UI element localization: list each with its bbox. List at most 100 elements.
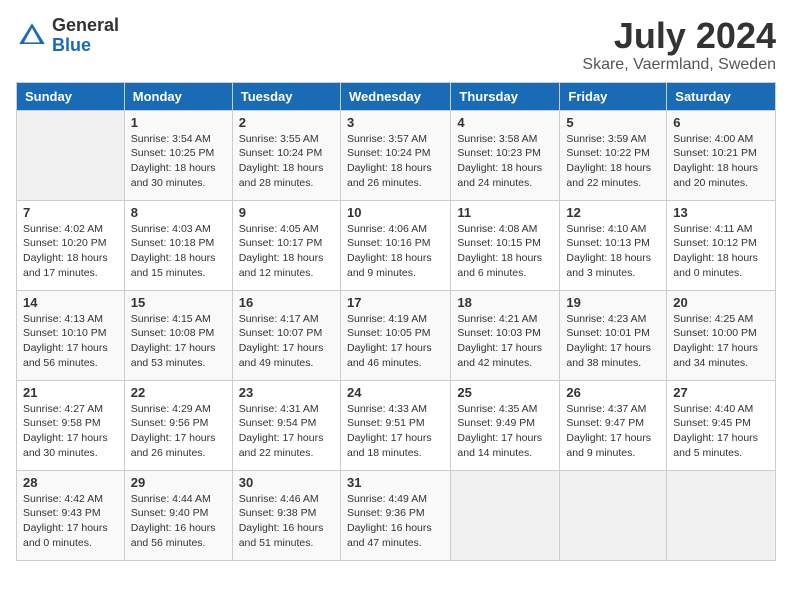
day-cell: 29 Sunrise: 4:44 AM Sunset: 9:40 PM Dayli…: [124, 470, 232, 560]
day-number: 18: [457, 295, 553, 310]
day-number: 28: [23, 475, 118, 490]
day-cell: 3Sunrise: 3:57 AM Sunset: 10:24 PM Dayli…: [340, 110, 450, 200]
day-number: 23: [239, 385, 334, 400]
day-cell: 19 Sunrise: 4:23 AM Sunset: 10:01 PM Dayl…: [560, 290, 667, 380]
logo-text: General Blue: [52, 16, 119, 56]
day-cell: 7 Sunrise: 4:02 AM Sunset: 10:20 PM Dayli…: [17, 200, 125, 290]
location-subtitle: Skare, Vaermland, Sweden: [582, 56, 776, 74]
column-header-wednesday: Wednesday: [340, 82, 450, 110]
day-info: Sunrise: 4:33 AM Sunset: 9:51 PM Dayligh…: [347, 402, 444, 461]
day-number: 10: [347, 205, 444, 220]
day-cell: 6 Sunrise: 4:00 AM Sunset: 10:21 PM Dayli…: [667, 110, 776, 200]
day-number: 5: [566, 115, 660, 130]
day-cell: 20 Sunrise: 4:25 AM Sunset: 10:00 PM Dayl…: [667, 290, 776, 380]
day-info: Sunrise: 4:23 AM Sunset: 10:01 PM Daylig…: [566, 312, 660, 371]
day-number: 13: [673, 205, 769, 220]
day-info: Sunrise: 4:44 AM Sunset: 9:40 PM Dayligh…: [131, 492, 226, 551]
day-number: 16: [239, 295, 334, 310]
day-cell: [17, 110, 125, 200]
day-cell: 14 Sunrise: 4:13 AM Sunset: 10:10 PM Dayl…: [17, 290, 125, 380]
logo-blue: Blue: [52, 36, 119, 56]
day-number: 7: [23, 205, 118, 220]
day-info: Sunrise: 4:08 AM Sunset: 10:15 PM Daylig…: [457, 222, 553, 281]
day-info: Sunrise: 3:58 AM Sunset: 10:23 PM Daylig…: [457, 132, 553, 191]
day-cell: [560, 470, 667, 560]
day-info: Sunrise: 4:15 AM Sunset: 10:08 PM Daylig…: [131, 312, 226, 371]
week-row-2: 7 Sunrise: 4:02 AM Sunset: 10:20 PM Dayli…: [17, 200, 776, 290]
day-number: 3: [347, 115, 444, 130]
column-header-sunday: Sunday: [17, 82, 125, 110]
day-number: 26: [566, 385, 660, 400]
day-info: Sunrise: 4:10 AM Sunset: 10:13 PM Daylig…: [566, 222, 660, 281]
day-info: Sunrise: 4:46 AM Sunset: 9:38 PM Dayligh…: [239, 492, 334, 551]
day-cell: 22 Sunrise: 4:29 AM Sunset: 9:56 PM Dayli…: [124, 380, 232, 470]
day-cell: 30 Sunrise: 4:46 AM Sunset: 9:38 PM Dayli…: [232, 470, 340, 560]
day-cell: 1Sunrise: 3:54 AM Sunset: 10:25 PM Dayli…: [124, 110, 232, 200]
day-number: 24: [347, 385, 444, 400]
day-info: Sunrise: 4:42 AM Sunset: 9:43 PM Dayligh…: [23, 492, 118, 551]
day-number: 21: [23, 385, 118, 400]
day-cell: 18 Sunrise: 4:21 AM Sunset: 10:03 PM Dayl…: [451, 290, 560, 380]
day-cell: 11 Sunrise: 4:08 AM Sunset: 10:15 PM Dayl…: [451, 200, 560, 290]
day-info: Sunrise: 4:37 AM Sunset: 9:47 PM Dayligh…: [566, 402, 660, 461]
day-number: 25: [457, 385, 553, 400]
day-info: Sunrise: 4:49 AM Sunset: 9:36 PM Dayligh…: [347, 492, 444, 551]
day-number: 12: [566, 205, 660, 220]
day-info: Sunrise: 4:02 AM Sunset: 10:20 PM Daylig…: [23, 222, 118, 281]
week-row-1: 1Sunrise: 3:54 AM Sunset: 10:25 PM Dayli…: [17, 110, 776, 200]
day-number: 31: [347, 475, 444, 490]
day-cell: [667, 470, 776, 560]
day-number: 20: [673, 295, 769, 310]
day-number: 29: [131, 475, 226, 490]
day-info: Sunrise: 4:19 AM Sunset: 10:05 PM Daylig…: [347, 312, 444, 371]
day-number: 6: [673, 115, 769, 130]
day-number: 30: [239, 475, 334, 490]
column-header-thursday: Thursday: [451, 82, 560, 110]
day-info: Sunrise: 4:13 AM Sunset: 10:10 PM Daylig…: [23, 312, 118, 371]
day-number: 11: [457, 205, 553, 220]
day-info: Sunrise: 4:29 AM Sunset: 9:56 PM Dayligh…: [131, 402, 226, 461]
calendar-table: SundayMondayTuesdayWednesdayThursdayFrid…: [16, 82, 776, 561]
day-info: Sunrise: 4:35 AM Sunset: 9:49 PM Dayligh…: [457, 402, 553, 461]
day-cell: 4 Sunrise: 3:58 AM Sunset: 10:23 PM Dayli…: [451, 110, 560, 200]
day-cell: 16 Sunrise: 4:17 AM Sunset: 10:07 PM Dayl…: [232, 290, 340, 380]
day-cell: 5 Sunrise: 3:59 AM Sunset: 10:22 PM Dayli…: [560, 110, 667, 200]
day-number: 19: [566, 295, 660, 310]
day-info: Sunrise: 3:59 AM Sunset: 10:22 PM Daylig…: [566, 132, 660, 191]
week-row-5: 28 Sunrise: 4:42 AM Sunset: 9:43 PM Dayli…: [17, 470, 776, 560]
day-cell: 2Sunrise: 3:55 AM Sunset: 10:24 PM Dayli…: [232, 110, 340, 200]
day-cell: 8Sunrise: 4:03 AM Sunset: 10:18 PM Dayli…: [124, 200, 232, 290]
day-number: 22: [131, 385, 226, 400]
day-number: 15: [131, 295, 226, 310]
day-cell: 24 Sunrise: 4:33 AM Sunset: 9:51 PM Dayli…: [340, 380, 450, 470]
day-number: 14: [23, 295, 118, 310]
column-header-saturday: Saturday: [667, 82, 776, 110]
column-header-monday: Monday: [124, 82, 232, 110]
day-info: Sunrise: 4:25 AM Sunset: 10:00 PM Daylig…: [673, 312, 769, 371]
page-header: General Blue July 2024 Skare, Vaermland,…: [16, 16, 776, 74]
day-cell: 13Sunrise: 4:11 AM Sunset: 10:12 PM Dayl…: [667, 200, 776, 290]
day-cell: 12 Sunrise: 4:10 AM Sunset: 10:13 PM Dayl…: [560, 200, 667, 290]
day-number: 27: [673, 385, 769, 400]
day-info: Sunrise: 4:06 AM Sunset: 10:16 PM Daylig…: [347, 222, 444, 281]
day-number: 4: [457, 115, 553, 130]
day-number: 8: [131, 205, 226, 220]
day-cell: 23 Sunrise: 4:31 AM Sunset: 9:54 PM Dayli…: [232, 380, 340, 470]
week-row-4: 21Sunrise: 4:27 AM Sunset: 9:58 PM Dayli…: [17, 380, 776, 470]
day-cell: 10 Sunrise: 4:06 AM Sunset: 10:16 PM Dayl…: [340, 200, 450, 290]
day-info: Sunrise: 4:00 AM Sunset: 10:21 PM Daylig…: [673, 132, 769, 191]
column-header-friday: Friday: [560, 82, 667, 110]
day-info: Sunrise: 4:31 AM Sunset: 9:54 PM Dayligh…: [239, 402, 334, 461]
calendar-header-row: SundayMondayTuesdayWednesdayThursdayFrid…: [17, 82, 776, 110]
day-info: Sunrise: 4:17 AM Sunset: 10:07 PM Daylig…: [239, 312, 334, 371]
week-row-3: 14 Sunrise: 4:13 AM Sunset: 10:10 PM Dayl…: [17, 290, 776, 380]
day-cell: 27Sunrise: 4:40 AM Sunset: 9:45 PM Dayli…: [667, 380, 776, 470]
day-number: 17: [347, 295, 444, 310]
column-header-tuesday: Tuesday: [232, 82, 340, 110]
day-cell: 28 Sunrise: 4:42 AM Sunset: 9:43 PM Dayli…: [17, 470, 125, 560]
day-cell: 9Sunrise: 4:05 AM Sunset: 10:17 PM Dayli…: [232, 200, 340, 290]
day-cell: 21Sunrise: 4:27 AM Sunset: 9:58 PM Dayli…: [17, 380, 125, 470]
day-number: 2: [239, 115, 334, 130]
day-info: Sunrise: 3:54 AM Sunset: 10:25 PM Daylig…: [131, 132, 226, 191]
day-info: Sunrise: 4:21 AM Sunset: 10:03 PM Daylig…: [457, 312, 553, 371]
